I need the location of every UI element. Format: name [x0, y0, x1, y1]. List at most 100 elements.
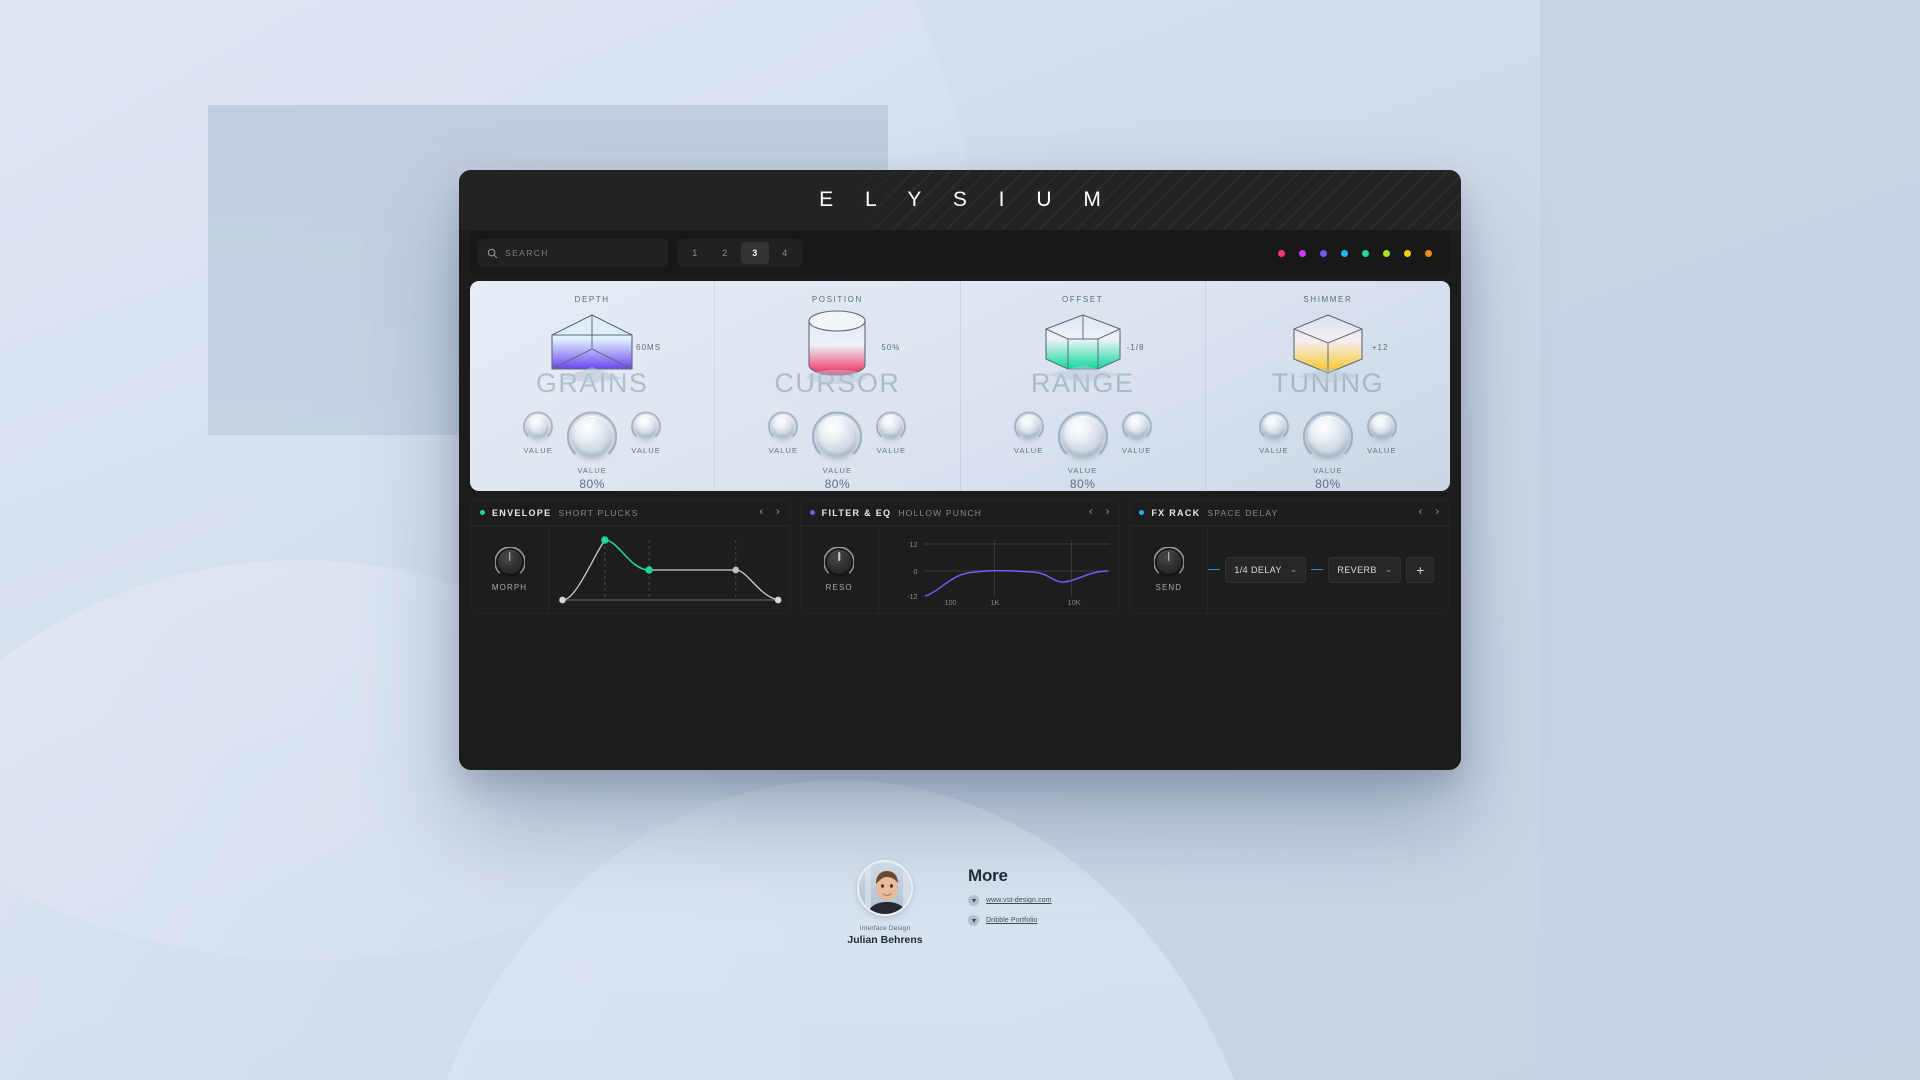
- knob-dial[interactable]: [1302, 411, 1353, 461]
- knob-indicator: [836, 419, 839, 430]
- author-name: Julian Behrens: [847, 934, 923, 946]
- module-preset-name: HOLLOW PUNCH: [898, 507, 983, 518]
- macro-module-grains: DEPTH 60MSGRAINS VALUE VALUE80% VALUE: [470, 281, 716, 491]
- knob-small[interactable]: VALUE: [1367, 411, 1397, 455]
- knob-dial[interactable]: [876, 411, 907, 441]
- more-block: More www.vst-design.com Dribble Portfoli…: [968, 860, 1052, 926]
- next-preset-button[interactable]: ›: [1434, 505, 1440, 520]
- fx-link-line: [1208, 568, 1221, 571]
- knob-small[interactable]: VALUE: [876, 411, 907, 455]
- knob-large[interactable]: VALUE 80%: [1302, 411, 1353, 491]
- knob-dial[interactable]: [812, 411, 863, 461]
- chevron-down-icon[interactable]: ⌄: [1290, 564, 1298, 575]
- page-button-3[interactable]: 3: [741, 242, 769, 264]
- macro-module-cursor: POSITION 50%CURSOR VALUE VALUE80% VALUE: [715, 281, 961, 491]
- add-fx-button[interactable]: +: [1406, 556, 1435, 583]
- knob-small[interactable]: VALUE: [768, 411, 799, 455]
- macro-module-range: OFFSET -1/8RANGE VALUE VALUE80% VALUE: [961, 281, 1206, 491]
- knob-small[interactable]: VALUE: [1259, 411, 1289, 455]
- credits: Interface Design Julian Behrens More www…: [830, 860, 1160, 980]
- module-title: ENVELOPE: [492, 507, 552, 518]
- macro-knob-row: VALUE VALUE 80% VALUE: [1259, 411, 1397, 491]
- knob-label: VALUE: [822, 466, 853, 475]
- knob-dial[interactable]: [1057, 411, 1108, 461]
- module-rack: ENVELOPE SHORT PLUCKS ‹ › MORPH FILTER &…: [470, 499, 1451, 614]
- prev-preset-button[interactable]: ‹: [1088, 505, 1094, 520]
- macro-panel: DEPTH 60MSGRAINS VALUE VALUE80% VALUEPOS…: [470, 281, 1450, 491]
- knob-indicator: [1135, 417, 1138, 424]
- search-input[interactable]: [505, 248, 659, 258]
- preset-color-lime[interactable]: [1383, 249, 1390, 257]
- knob-large[interactable]: VALUE 80%: [1057, 411, 1108, 491]
- page-title: E L Y S I U M: [819, 188, 1114, 211]
- knob-large[interactable]: VALUE 80%: [812, 411, 863, 491]
- preset-color-rose[interactable]: [1278, 249, 1285, 257]
- knob-dial[interactable]: [493, 546, 526, 577]
- background-right-panel: [1540, 0, 1920, 1080]
- svg-text:10K: 10K: [1067, 598, 1080, 607]
- knob-large[interactable]: VALUE 80%: [567, 411, 618, 491]
- knob-dial[interactable]: [523, 411, 553, 441]
- more-link[interactable]: www.vst-design.com: [968, 895, 1052, 906]
- chevron-down-icon[interactable]: ⌄: [1385, 564, 1393, 575]
- more-link-label[interactable]: Dribble Portfolio: [986, 917, 1038, 924]
- preset-color-yellow[interactable]: [1404, 249, 1411, 257]
- knob-small[interactable]: VALUE: [1121, 411, 1152, 455]
- svg-text:100: 100: [944, 598, 956, 607]
- fx-slot-label: REVERB: [1337, 564, 1377, 575]
- knob-dial[interactable]: [1121, 411, 1152, 441]
- more-link[interactable]: Dribble Portfolio: [968, 915, 1052, 926]
- knob-indicator: [591, 419, 593, 430]
- next-preset-button[interactable]: ›: [775, 505, 781, 520]
- fx-slot-1[interactable]: 1/4 DELAY ⌄: [1225, 556, 1307, 583]
- svg-text:0: 0: [913, 567, 917, 576]
- module-filter-eq: FILTER & EQ HOLLOW PUNCH ‹ › RESO 12 0 -…: [799, 499, 1121, 614]
- module-nav: ‹ ›: [1418, 505, 1440, 520]
- macro-shape-cube[interactable]: +12: [1206, 307, 1450, 383]
- fx-slot-2[interactable]: REVERB ⌄: [1328, 556, 1402, 583]
- module-knob-cell: SEND: [1130, 526, 1209, 613]
- page-button-2[interactable]: 2: [711, 242, 739, 264]
- preset-color-magenta[interactable]: [1299, 249, 1306, 257]
- preset-color-green[interactable]: [1362, 249, 1369, 257]
- search-box[interactable]: [478, 239, 668, 267]
- macro-shape-prism-box[interactable]: 60MS: [470, 307, 714, 383]
- prev-preset-button[interactable]: ‹: [1418, 505, 1424, 520]
- knob-dial[interactable]: [768, 411, 799, 441]
- knob-dial[interactable]: [1013, 411, 1044, 441]
- more-links: www.vst-design.com Dribble Portfolio: [968, 895, 1052, 926]
- preset-color-violet[interactable]: [1320, 249, 1327, 257]
- knob-small[interactable]: VALUE: [1013, 411, 1044, 455]
- knob-dial[interactable]: [631, 411, 661, 441]
- knob-indicator: [508, 552, 511, 561]
- macro-shape-cylinder[interactable]: 50%: [715, 307, 959, 384]
- macro-shape-hexagon-prism[interactable]: -1/8: [961, 307, 1205, 383]
- knob-dial[interactable]: [1367, 411, 1397, 441]
- knob-dial[interactable]: [1259, 411, 1289, 441]
- module-title: FILTER & EQ: [821, 507, 892, 518]
- knob-small[interactable]: VALUE: [631, 411, 661, 455]
- author-block: Interface Design Julian Behrens: [830, 860, 940, 946]
- knob-value: 80%: [1069, 477, 1096, 491]
- module-body: RESO 12 0 -12 100 1K 10K: [801, 526, 1120, 613]
- knob-dial[interactable]: [1153, 546, 1185, 577]
- knob-dial[interactable]: [567, 411, 618, 461]
- page-button-4[interactable]: 4: [771, 242, 799, 264]
- more-link-label[interactable]: www.vst-design.com: [986, 897, 1052, 904]
- knob-label: VALUE: [768, 446, 799, 455]
- knob-label: VALUE: [1013, 446, 1044, 455]
- page-button-1[interactable]: 1: [681, 242, 709, 264]
- svg-text:12: 12: [909, 540, 917, 549]
- envelope-graph[interactable]: [549, 526, 790, 613]
- next-preset-button[interactable]: ›: [1105, 505, 1111, 520]
- knob-value: 80%: [1315, 477, 1341, 491]
- eq-graph[interactable]: 12 0 -12 100 1K 10K: [879, 526, 1120, 613]
- knob-value: 80%: [824, 477, 851, 491]
- pin-icon: [968, 895, 979, 906]
- knob-dial[interactable]: [823, 546, 855, 577]
- preset-color-orange[interactable]: [1425, 249, 1432, 257]
- preset-color-cyan[interactable]: [1341, 249, 1348, 257]
- knob-small[interactable]: VALUE: [523, 411, 553, 455]
- prev-preset-button[interactable]: ‹: [758, 505, 764, 520]
- preset-color-dots: [1278, 249, 1442, 257]
